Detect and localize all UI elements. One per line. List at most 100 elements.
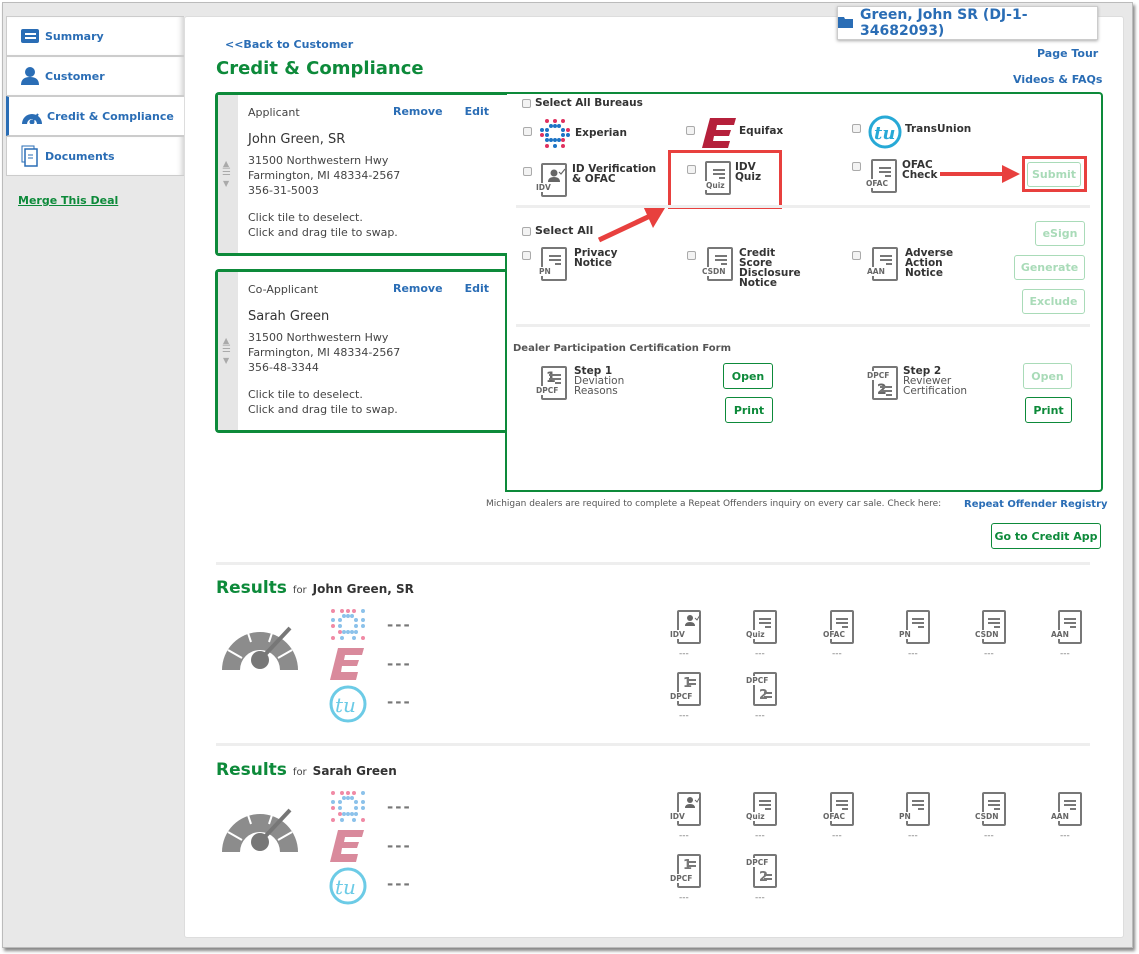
applicant-name: John Green, SR bbox=[248, 132, 346, 147]
address-line1: 31500 Northwestern Hwy bbox=[248, 331, 389, 344]
dpcf-step1-print-button[interactable]: Print bbox=[725, 397, 773, 423]
divider bbox=[216, 743, 1090, 746]
experian-dot bbox=[338, 800, 342, 804]
back-to-customer-link[interactable]: <<Back to Customer bbox=[225, 38, 353, 51]
transunion-label: TransUnion bbox=[905, 123, 972, 135]
sidebar-item-documents[interactable]: Documents bbox=[6, 136, 184, 176]
experian-dot bbox=[342, 812, 346, 816]
pn-document-icon: PN bbox=[538, 247, 567, 281]
equifax-label: Equifax bbox=[739, 125, 784, 137]
checkbox[interactable] bbox=[522, 98, 531, 108]
deal-header-button[interactable]: Green, John SR (DJ-1-34682093) bbox=[837, 6, 1098, 40]
esign-button[interactable]: eSign bbox=[1035, 221, 1085, 246]
page-title: Credit & Compliance bbox=[216, 58, 424, 79]
exclude-button[interactable]: Exclude bbox=[1022, 289, 1085, 314]
documents-icon bbox=[19, 145, 41, 167]
select-all-bureaus[interactable]: Select All Bureaus bbox=[522, 98, 643, 108]
idv-result-doc-icon: IDV bbox=[669, 610, 701, 644]
dpcf-step2-label: Step 2 Reviewer Certification bbox=[903, 365, 968, 397]
dpcf-result-doc-icon: 1DPCF bbox=[669, 672, 701, 706]
csdn-document-icon: CSDN bbox=[701, 247, 733, 281]
transunion-result-icon: tu bbox=[329, 685, 367, 723]
score-gauge-icon bbox=[222, 623, 298, 670]
svg-text:tu: tu bbox=[335, 875, 356, 899]
idv-checkbox[interactable] bbox=[523, 167, 532, 176]
sidebar-item-customer[interactable]: Customer bbox=[6, 56, 184, 96]
experian-dot bbox=[331, 791, 335, 795]
experian-dot bbox=[346, 630, 350, 634]
remove-co-applicant-link[interactable]: Remove bbox=[393, 282, 443, 295]
experian-result-value: --- bbox=[387, 798, 412, 816]
dpcf-step2-open-button[interactable]: Open bbox=[1023, 363, 1072, 389]
videos-faqs-link[interactable]: Videos & FAQs bbox=[1013, 73, 1102, 86]
page-tour-link[interactable]: Page Tour bbox=[1037, 47, 1098, 60]
aan-checkbox[interactable] bbox=[852, 251, 861, 260]
equifax-checkbox[interactable] bbox=[686, 126, 695, 135]
tile-hint: Click and drag tile to swap. bbox=[248, 226, 398, 239]
edit-co-applicant-link[interactable]: Edit bbox=[465, 282, 489, 295]
experian-logo-icon bbox=[537, 118, 573, 154]
ssn: 356-31-5003 bbox=[248, 184, 319, 197]
csdn-checkbox[interactable] bbox=[687, 251, 696, 260]
experian-dot bbox=[338, 812, 342, 816]
experian-dot bbox=[331, 609, 335, 613]
privacy-notice-checkbox[interactable] bbox=[522, 251, 531, 260]
dpcf-step1-open-button[interactable]: Open bbox=[723, 363, 773, 389]
ofac-document-icon: OFAC bbox=[865, 159, 897, 193]
generate-button[interactable]: Generate bbox=[1014, 255, 1085, 280]
co-applicant-tile[interactable]: ▲ ☰ ▼ Co-Applicant Sarah Green 31500 North… bbox=[215, 269, 507, 433]
result-doc-value: --- bbox=[679, 893, 689, 903]
experian-checkbox[interactable] bbox=[523, 127, 532, 136]
experian-dot bbox=[331, 618, 335, 622]
ofac-label: OFAC Check bbox=[902, 159, 938, 181]
dpcf-step2-print-button[interactable]: Print bbox=[1025, 397, 1072, 423]
ofac-checkbox[interactable] bbox=[852, 162, 861, 171]
result-doc-value: --- bbox=[755, 649, 765, 659]
experian-dot bbox=[361, 624, 365, 628]
result-doc-value: --- bbox=[679, 831, 689, 841]
experian-dot bbox=[361, 609, 365, 613]
drag-handle[interactable]: ▲ ☰ ▼ bbox=[218, 95, 238, 253]
applicant-tile[interactable]: ▲ ☰ ▼ Applicant John Green, SR 31500 North… bbox=[215, 92, 507, 256]
sidebar-item-label: Credit & Compliance bbox=[47, 109, 174, 123]
experian-dot bbox=[331, 636, 335, 640]
remove-applicant-link[interactable]: Remove bbox=[393, 105, 443, 118]
transunion-checkbox[interactable] bbox=[852, 124, 861, 133]
experian-dot bbox=[354, 618, 358, 622]
experian-dot bbox=[346, 609, 350, 613]
sidebar-item-summary[interactable]: Summary bbox=[6, 16, 184, 56]
result-doc-value: --- bbox=[755, 711, 765, 721]
experian-dot bbox=[331, 624, 335, 628]
ssn: 356-48-3344 bbox=[248, 361, 319, 374]
address-line2: Farmington, MI 48334-2567 bbox=[248, 169, 401, 182]
transunion-result-value: --- bbox=[387, 875, 412, 893]
equifax-result-value: --- bbox=[387, 655, 412, 673]
edit-applicant-link[interactable]: Edit bbox=[465, 105, 489, 118]
dpcf-step1-icon: 1DPCF bbox=[535, 366, 567, 400]
sidebar-item-label: Customer bbox=[45, 69, 105, 83]
dpcf-step1-label: Step 1 Deviation Reasons bbox=[574, 365, 625, 397]
quiz-result-doc-icon: Quiz bbox=[745, 610, 777, 644]
address-line1: 31500 Northwestern Hwy bbox=[248, 154, 389, 167]
merge-deal-link[interactable]: Merge This Deal bbox=[18, 194, 184, 207]
quiz-result-doc-icon: Quiz bbox=[745, 792, 777, 826]
go-to-credit-app-button[interactable]: Go to Credit App bbox=[991, 523, 1101, 549]
tile-hint: Click tile to deselect. bbox=[248, 211, 363, 224]
drag-handle[interactable]: ▲ ☰ ▼ bbox=[218, 272, 238, 430]
repeat-offender-registry-link[interactable]: Repeat Offender Registry bbox=[964, 499, 1108, 510]
equifax-result-icon bbox=[330, 648, 364, 680]
person-icon bbox=[19, 66, 41, 86]
checkbox[interactable] bbox=[522, 226, 531, 236]
score-gauge-icon bbox=[222, 805, 298, 852]
dpcf-result-doc-icon: 2DPCF bbox=[745, 672, 777, 706]
experian-label: Experian bbox=[575, 127, 627, 139]
result-doc-value: --- bbox=[908, 649, 918, 659]
sidebar-item-credit-compliance[interactable]: Credit & Compliance bbox=[6, 96, 186, 136]
dpcf-step2-icon: 2DPCF bbox=[866, 366, 898, 400]
select-all-notices[interactable]: Select All bbox=[522, 225, 593, 236]
sidebar: Summary Customer Credit & Compliance Doc… bbox=[6, 16, 186, 207]
results-heading: Results for Sarah Green bbox=[216, 760, 397, 780]
svg-text:tu: tu bbox=[335, 693, 356, 717]
result-doc-value: --- bbox=[679, 711, 689, 721]
experian-result-icon bbox=[331, 609, 365, 640]
